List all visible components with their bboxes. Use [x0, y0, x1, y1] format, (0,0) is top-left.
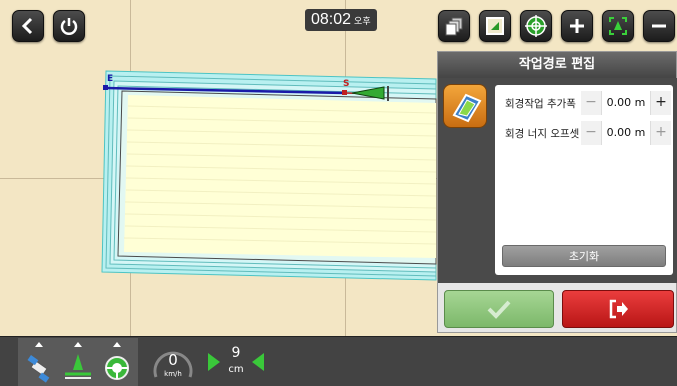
confirm-button[interactable] — [444, 290, 554, 328]
zoom-in-icon — [570, 19, 584, 33]
speed-value: 0 — [168, 351, 178, 369]
start-point-label: S — [343, 79, 350, 89]
fit-view-button[interactable] — [602, 10, 634, 42]
headland-width-plus-button[interactable]: + — [651, 91, 671, 115]
clock: 08:02 오후 — [305, 9, 377, 31]
headland-width-value[interactable]: 0.00 m — [601, 91, 651, 115]
headland-offset-plus-button[interactable]: + — [651, 121, 671, 145]
target-icon — [525, 15, 547, 37]
reset-button[interactable]: 초기화 — [502, 245, 666, 267]
clock-ampm: 오후 — [354, 17, 371, 27]
gnss-button[interactable] — [20, 340, 58, 384]
back-button[interactable] — [12, 10, 44, 42]
end-point-label: E — [107, 74, 114, 84]
layers-button[interactable] — [438, 10, 470, 42]
map-view-button[interactable] — [479, 10, 511, 42]
chevron-left-icon — [21, 17, 33, 35]
autosteer-button[interactable] — [98, 340, 136, 384]
headland-width-minus-button[interactable]: − — [581, 91, 601, 115]
exit-icon — [609, 299, 628, 319]
path-edit-panel: 작업경로 편집 회경작업 추가폭 − 0.00 m + 회경 너지 오프셋 − — [437, 51, 677, 333]
headland-width-stepper: − 0.00 m + — [581, 91, 671, 115]
implement-icon — [65, 354, 91, 379]
fit-view-icon — [609, 17, 627, 35]
headland-offset-minus-button[interactable]: − — [581, 121, 601, 145]
headland-width-row: 회경작업 추가폭 − 0.00 m + — [495, 91, 673, 115]
headland-offset-row: 회경 너지 오프셋 − 0.00 m + — [495, 121, 673, 145]
settings-box: 회경작업 추가폭 − 0.00 m + 회경 너지 오프셋 − 0.00 m +… — [495, 85, 673, 275]
zoom-out-icon — [652, 24, 666, 28]
cross-track-unit: cm — [228, 364, 244, 375]
satellite-icon — [27, 355, 50, 383]
clock-time: 08:02 — [311, 11, 352, 28]
status-bar: 0 km/h 9 cm — [0, 336, 677, 386]
power-button[interactable] — [53, 10, 85, 42]
headland-path-icon — [452, 93, 482, 123]
target-button[interactable] — [520, 10, 552, 42]
layers-icon — [445, 17, 463, 36]
cross-track-value: 9 — [231, 345, 241, 361]
headland-tool-button[interactable] — [443, 84, 487, 128]
speedometer: 0 km/h — [150, 343, 196, 383]
speed-unit: km/h — [164, 370, 182, 378]
steering-wheel-icon — [105, 356, 129, 380]
quick-tools-group — [18, 338, 138, 386]
headland-offset-value[interactable]: 0.00 m — [601, 121, 651, 145]
zoom-out-button[interactable] — [643, 10, 675, 42]
map-view-icon — [486, 17, 504, 35]
exit-button[interactable] — [562, 290, 674, 328]
headland-width-label: 회경작업 추가폭 — [505, 98, 576, 110]
power-icon — [60, 18, 78, 35]
lightbar: 9 cm — [206, 341, 266, 383]
headland-offset-stepper: − 0.00 m + — [581, 121, 671, 145]
headland-offset-label: 회경 너지 오프셋 — [505, 128, 580, 140]
panel-body: 회경작업 추가폭 − 0.00 m + 회경 너지 오프셋 − 0.00 m +… — [438, 78, 677, 283]
zoom-in-button[interactable] — [561, 10, 593, 42]
panel-title: 작업경로 편집 — [438, 52, 676, 78]
checkmark-icon — [487, 300, 511, 319]
implement-button[interactable] — [59, 340, 97, 384]
